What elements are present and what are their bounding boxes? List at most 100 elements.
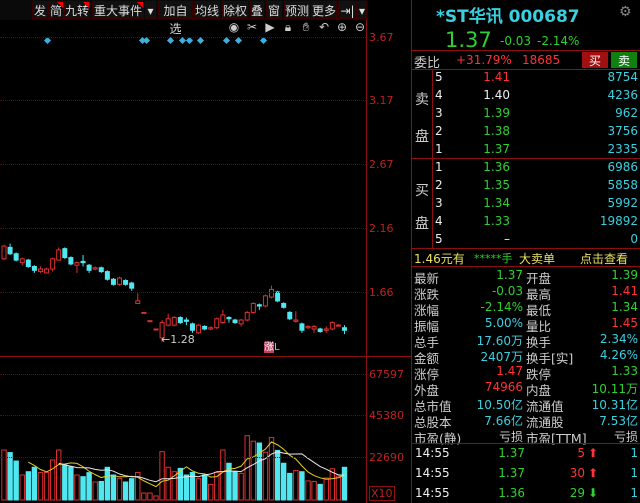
sell-button[interactable]: 卖 (611, 52, 637, 68)
stat-value: 1.41 (611, 284, 638, 298)
volume-bar (153, 495, 159, 501)
book-price[interactable]: 1.36 (483, 160, 510, 174)
candle (13, 252, 19, 262)
limit-up-marker[interactable]: 涨L (264, 342, 280, 354)
gear-icon[interactable]: ⚙ (619, 4, 632, 20)
buy-label: 买 (415, 183, 429, 199)
candle (226, 316, 232, 323)
event-diamond[interactable] (142, 36, 151, 45)
volume-bar (280, 462, 287, 501)
book-price[interactable]: 1.35 (483, 178, 510, 192)
candle (19, 257, 25, 266)
book-level: 5 (435, 70, 443, 84)
book-price[interactable]: 1.34 (483, 196, 510, 210)
event-diamond[interactable] (185, 36, 194, 45)
candle (208, 326, 214, 331)
gridline (0, 292, 366, 293)
stat-value: 1.47 (496, 364, 523, 378)
candle (31, 265, 37, 273)
book-price[interactable]: 1.39 (483, 106, 510, 120)
event-diamond[interactable] (222, 36, 231, 45)
candle (25, 258, 31, 268)
view-big-orders-link[interactable]: 点击查看 (580, 250, 628, 267)
book-price[interactable]: 1.41 (483, 70, 510, 84)
stat-value: 1.33 (611, 364, 638, 378)
candle (329, 321, 335, 331)
stat-value: 10.50亿 (476, 398, 523, 412)
volume-bar (74, 474, 80, 501)
stat-value: -2.14% (480, 300, 523, 314)
volume-bar (98, 480, 104, 501)
book-volume: 19892 (599, 214, 638, 228)
gridline (0, 374, 366, 375)
candle (311, 325, 317, 333)
volume-bar (311, 480, 317, 501)
candle (299, 322, 305, 333)
candle (110, 277, 116, 286)
stat-value: 10.31亿 (591, 398, 638, 412)
candle (250, 302, 256, 314)
stat-label: 市盈(静) (414, 431, 462, 446)
candle (323, 326, 329, 333)
candle (68, 256, 74, 266)
volume-bar (128, 478, 135, 501)
volume-bar (250, 440, 256, 501)
candle (56, 247, 62, 261)
big-order-type: 大卖单 (519, 252, 556, 266)
candle (171, 316, 177, 327)
volume-bar (195, 478, 202, 501)
candle (135, 293, 141, 304)
stat-value: 2.34% (599, 332, 638, 346)
book-volume: 2335 (607, 142, 638, 156)
book-price[interactable]: 1.40 (483, 88, 510, 102)
volume-bar (323, 477, 329, 501)
candle (104, 270, 110, 281)
book-price[interactable]: – (504, 232, 510, 246)
stock-title: *ST华讯 000687 (436, 7, 580, 27)
event-diamond[interactable] (178, 36, 187, 45)
stat-value: 4.26% (599, 348, 638, 362)
candle (147, 320, 153, 323)
book-price[interactable]: 1.38 (483, 124, 510, 138)
volume-bar (317, 483, 323, 501)
book-volume: 8754 (607, 70, 638, 84)
kline-chart[interactable] (0, 0, 366, 503)
event-diamond[interactable] (259, 36, 268, 45)
candle (37, 266, 43, 273)
volume-bar (208, 483, 214, 501)
book-volume: 5992 (607, 196, 638, 210)
volume-bar (165, 466, 171, 501)
candle (1, 244, 7, 261)
book-price[interactable]: 1.33 (483, 214, 510, 228)
price-change: -0.03 (500, 34, 532, 48)
volume-bar (68, 466, 74, 501)
trade-count: 1 (630, 466, 638, 480)
event-diamond[interactable] (43, 36, 52, 45)
stat-value: -0.03 (491, 284, 523, 298)
event-diamond[interactable] (234, 36, 243, 45)
stat-value: 1.37 (496, 268, 523, 282)
book-volume: 6986 (607, 160, 638, 174)
volume-bar (335, 475, 342, 501)
volume-bar (116, 477, 123, 501)
event-diamond[interactable] (166, 36, 175, 45)
candle (98, 266, 104, 273)
candle (305, 325, 311, 329)
candle (117, 276, 123, 286)
volume-bar (62, 464, 68, 501)
event-diamond[interactable] (196, 36, 205, 45)
buy-label-2: 盘 (415, 216, 429, 232)
stat-value: 74966 (484, 380, 523, 394)
volume-bar (141, 492, 147, 501)
candle (183, 317, 189, 326)
candle (129, 281, 135, 291)
wb-diff: 18685 (522, 53, 561, 67)
buy-button[interactable]: 买 (582, 52, 608, 68)
book-volume: 0 (630, 232, 638, 246)
book-volume: 5858 (607, 178, 638, 192)
volume-bar (25, 471, 32, 501)
book-price[interactable]: 1.37 (483, 142, 510, 156)
quote-panel: *ST华讯 000687 ⚙ 1.37 -0.03 -2.14% 委比 +31.… (411, 0, 640, 503)
candle (202, 325, 208, 331)
candle (196, 323, 202, 335)
